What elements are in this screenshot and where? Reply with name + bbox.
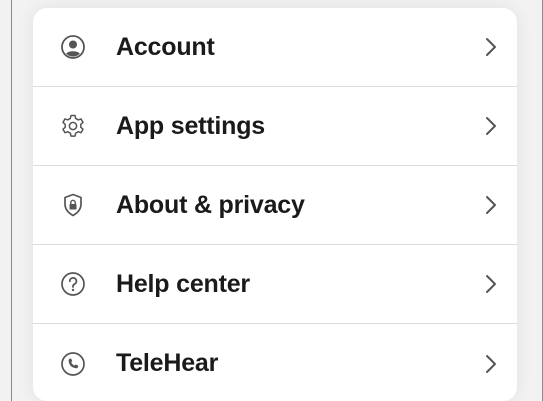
menu-item-about-privacy[interactable]: About & privacy <box>33 166 517 245</box>
chevron-right-icon <box>483 352 499 376</box>
menu-item-telehear[interactable]: TeleHear <box>33 324 517 401</box>
menu-item-help-center[interactable]: Help center <box>33 245 517 324</box>
phone-icon <box>58 349 88 379</box>
chevron-right-icon <box>483 114 499 138</box>
settings-menu: Account App settings About & privacy Hel… <box>33 8 517 401</box>
menu-item-label: TeleHear <box>116 349 219 377</box>
shield-lock-icon <box>58 190 88 220</box>
gear-icon <box>58 111 88 141</box>
menu-item-label: Account <box>116 32 215 61</box>
menu-item-label: About & privacy <box>116 190 305 219</box>
chevron-right-icon <box>483 193 499 217</box>
chevron-right-icon <box>483 35 499 59</box>
menu-item-account[interactable]: Account <box>33 8 517 87</box>
menu-item-app-settings[interactable]: App settings <box>33 87 517 166</box>
account-icon <box>58 32 88 62</box>
help-icon <box>58 269 88 299</box>
menu-item-label: App settings <box>116 111 265 140</box>
menu-item-label: Help center <box>116 269 250 298</box>
chevron-right-icon <box>483 272 499 296</box>
